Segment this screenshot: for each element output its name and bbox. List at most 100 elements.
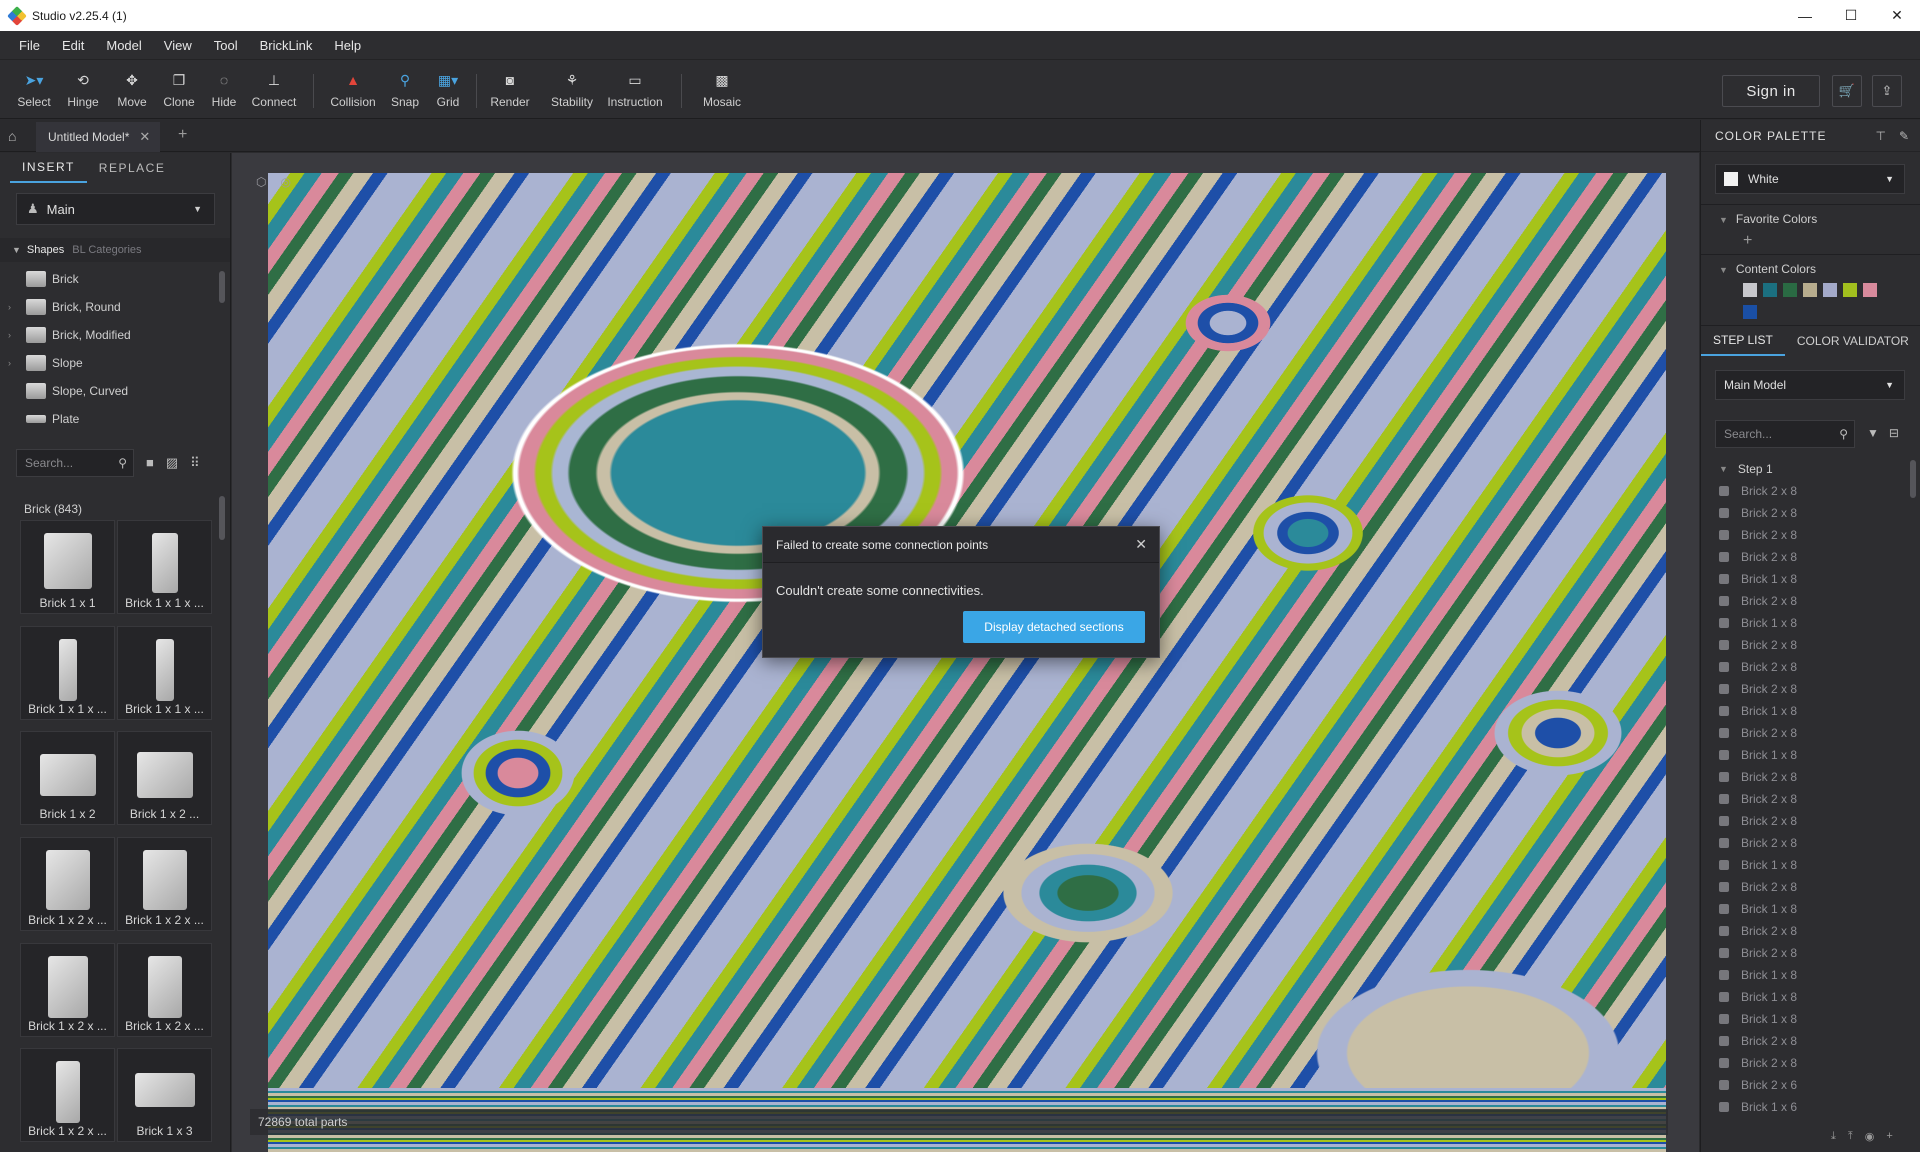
eyedropper-icon[interactable]: ✎: [1899, 129, 1910, 143]
part-tile[interactable]: Brick 1 x 1 x ...: [117, 520, 212, 614]
step-search-input[interactable]: Search... ⚲: [1715, 420, 1855, 448]
part-tile[interactable]: Brick 1 x 1: [20, 520, 115, 614]
step-part-row[interactable]: Brick 2 x 8: [1701, 810, 1913, 832]
expand-icon[interactable]: ⤒: [1848, 1130, 1853, 1143]
color-swatch[interactable]: [1843, 283, 1857, 297]
step-part-row[interactable]: Brick 2 x 8: [1701, 678, 1913, 700]
color-swatch[interactable]: [1763, 283, 1777, 297]
tab-shapes[interactable]: Shapes: [27, 244, 64, 256]
category-brick-round[interactable]: › Brick, Round: [0, 293, 222, 321]
step-part-row[interactable]: Brick 1 x 6: [1701, 1096, 1913, 1118]
menu-view[interactable]: View: [153, 38, 203, 53]
content-colors-header[interactable]: ▼ Content Colors: [1719, 262, 1816, 276]
menu-bricklink[interactable]: BrickLink: [249, 38, 324, 53]
add-step-icon[interactable]: +: [1886, 1130, 1892, 1143]
step-part-row[interactable]: Brick 2 x 8: [1701, 634, 1913, 656]
menu-help[interactable]: Help: [323, 38, 372, 53]
tool-select[interactable]: ➤▾ Select: [14, 70, 54, 116]
model-dropdown[interactable]: Main Model ▼: [1715, 370, 1905, 400]
filter-icon[interactable]: ▼: [1867, 426, 1879, 440]
tab-replace[interactable]: REPLACE: [87, 153, 178, 183]
part-tile[interactable]: Brick 1 x 2 x ...: [117, 836, 212, 931]
collapse-icon[interactable]: ⤓: [1831, 1130, 1836, 1143]
close-window-button[interactable]: ✕: [1874, 0, 1920, 31]
sign-in-button[interactable]: Sign in: [1722, 75, 1820, 107]
tool-grid[interactable]: ▦▾ Grid: [434, 70, 462, 116]
step-part-row[interactable]: Brick 2 x 8: [1701, 876, 1913, 898]
step-part-row[interactable]: Brick 1 x 8: [1701, 964, 1913, 986]
tool-mosaic[interactable]: ▩ Mosaic: [702, 70, 742, 116]
step-part-row[interactable]: Brick 2 x 8: [1701, 1052, 1913, 1074]
part-tile[interactable]: Brick 1 x 1 x ...: [117, 625, 212, 720]
menu-edit[interactable]: Edit: [51, 38, 95, 53]
category-scrollbar[interactable]: [219, 271, 225, 303]
visibility-icon[interactable]: ◉: [1865, 1130, 1875, 1143]
step-part-row[interactable]: Brick 1 x 8: [1701, 898, 1913, 920]
tool-hinge[interactable]: ⟲ Hinge: [64, 70, 102, 116]
tab-untitled-model[interactable]: Untitled Model* ✕: [36, 122, 160, 152]
step-list-scrollbar[interactable]: [1910, 460, 1916, 498]
step-part-row[interactable]: Brick 1 x 8: [1701, 854, 1913, 876]
palette-dropdown[interactable]: ♟ Main ▼: [16, 193, 215, 225]
color-swatch[interactable]: [1803, 283, 1817, 297]
part-tile[interactable]: Brick 1 x 2 x ...: [20, 1048, 115, 1143]
color-dropdown[interactable]: White ▼: [1715, 164, 1905, 194]
step-part-row[interactable]: Brick 2 x 6: [1701, 1074, 1913, 1096]
step-part-row[interactable]: Brick 2 x 8: [1701, 1030, 1913, 1052]
category-slope-curved[interactable]: Slope, Curved: [0, 377, 222, 405]
category-brick-modified[interactable]: › Brick, Modified: [0, 321, 222, 349]
color-swatch[interactable]: [1743, 283, 1757, 297]
tab-insert[interactable]: INSERT: [10, 153, 87, 183]
step-part-row[interactable]: Brick 2 x 8: [1701, 590, 1913, 612]
step-part-row[interactable]: Brick 2 x 8: [1701, 722, 1913, 744]
color-swatch[interactable]: [1783, 283, 1797, 297]
tool-snap[interactable]: ⚲ Snap: [390, 70, 420, 116]
step-part-row[interactable]: Brick 2 x 8: [1701, 832, 1913, 854]
upload-button[interactable]: ⇪: [1872, 75, 1902, 107]
menu-file[interactable]: File: [8, 38, 51, 53]
add-tab-button[interactable]: +: [178, 126, 187, 144]
part-tile[interactable]: Brick 1 x 3: [117, 1048, 212, 1143]
paint-roller-icon[interactable]: ⊤: [1875, 129, 1886, 143]
step-part-row[interactable]: Brick 2 x 8: [1701, 766, 1913, 788]
close-icon[interactable]: ✕: [1135, 536, 1147, 553]
category-slope[interactable]: › Slope: [0, 349, 222, 377]
color-swatch[interactable]: [1823, 283, 1837, 297]
tab-color-validator[interactable]: COLOR VALIDATOR: [1785, 326, 1920, 356]
color-swatch[interactable]: [1863, 283, 1877, 297]
display-detached-sections-button[interactable]: Display detached sections: [963, 611, 1145, 643]
step-part-row[interactable]: Brick 1 x 8: [1701, 986, 1913, 1008]
part-tile[interactable]: Brick 1 x 1 x ...: [20, 625, 115, 720]
part-tile[interactable]: Brick 1 x 2 x ...: [20, 836, 115, 931]
add-favorite-color-button[interactable]: +: [1743, 232, 1752, 250]
tool-collision[interactable]: ▲ Collision: [328, 70, 378, 116]
step-part-row[interactable]: Brick 1 x 8: [1701, 744, 1913, 766]
orbit-icon[interactable]: ◎: [280, 175, 290, 189]
tab-step-list[interactable]: STEP LIST: [1701, 326, 1785, 356]
color-swatch[interactable]: [1743, 305, 1757, 319]
step-part-row[interactable]: Brick 1 x 8: [1701, 568, 1913, 590]
tool-clone[interactable]: ❐ Clone: [162, 70, 196, 116]
step-part-row[interactable]: Brick 2 x 8: [1701, 942, 1913, 964]
part-tile[interactable]: Brick 1 x 2 x ...: [20, 942, 115, 1037]
step-part-row[interactable]: Brick 2 x 8: [1701, 524, 1913, 546]
step-part-row[interactable]: Brick 1 x 8: [1701, 612, 1913, 634]
view-grid-icon[interactable]: ⠿: [190, 455, 200, 471]
step-part-row[interactable]: Brick 2 x 8: [1701, 480, 1913, 502]
minimize-button[interactable]: —: [1782, 0, 1828, 31]
menu-model[interactable]: Model: [95, 38, 152, 53]
tool-instruction[interactable]: ▭ Instruction: [606, 70, 664, 116]
maximize-button[interactable]: ☐: [1828, 0, 1874, 31]
tool-render[interactable]: ◙ Render: [490, 70, 530, 116]
step-part-row[interactable]: Brick 2 x 8: [1701, 502, 1913, 524]
step-part-row[interactable]: Brick 1 x 8: [1701, 700, 1913, 722]
step-part-row[interactable]: Brick 2 x 8: [1701, 656, 1913, 678]
tool-move[interactable]: ✥ Move: [114, 70, 150, 116]
category-plate[interactable]: Plate: [0, 405, 222, 433]
part-tile[interactable]: Brick 1 x 2 ...: [117, 731, 212, 826]
view-filter-icon[interactable]: ▨: [166, 455, 178, 471]
parts-scrollbar[interactable]: [219, 496, 225, 540]
part-tile[interactable]: Brick 1 x 2 x ...: [117, 942, 212, 1037]
category-brick[interactable]: Brick: [0, 265, 222, 293]
tab-bl-categories[interactable]: BL Categories: [72, 244, 141, 256]
